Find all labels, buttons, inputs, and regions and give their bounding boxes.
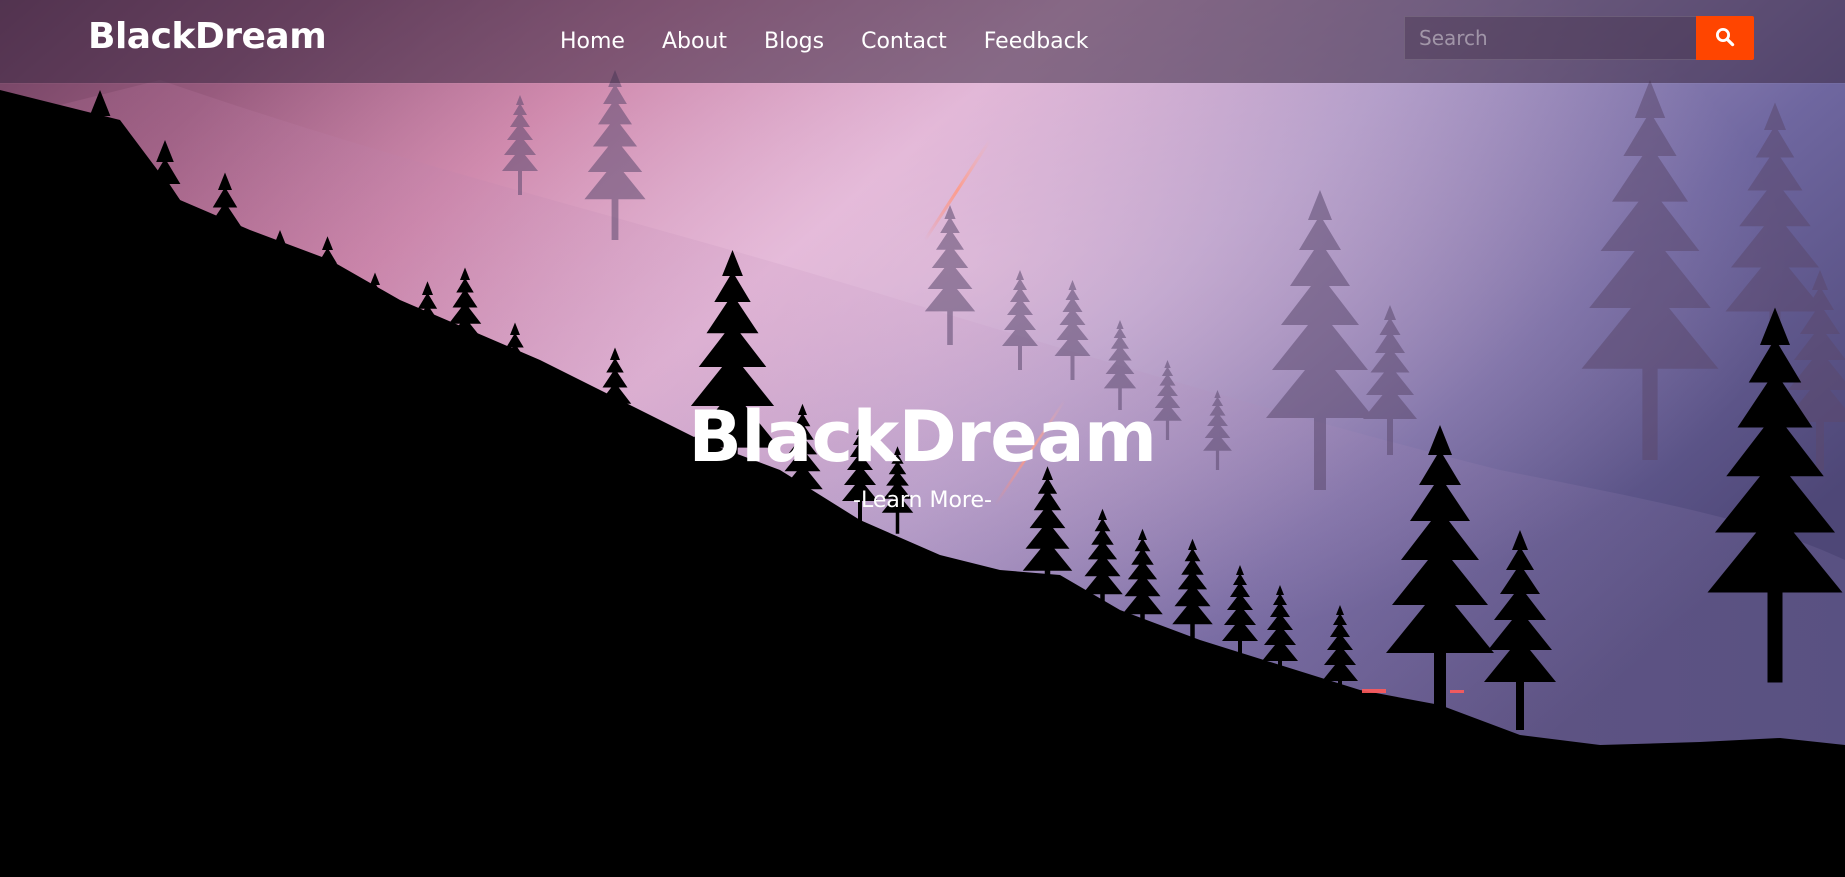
nav-item-feedback: Feedback: [984, 29, 1089, 54]
learn-more-link[interactable]: -Learn More-: [853, 488, 992, 513]
nav-menu: Home About Blogs Contact Feedback: [560, 0, 1088, 83]
search-button[interactable]: [1696, 16, 1754, 60]
search-form: [1404, 16, 1754, 60]
brand-logo[interactable]: BlackDream: [88, 16, 327, 57]
page: BlackDream Home About Blogs Contact Feed…: [0, 0, 1845, 877]
nav-link-blogs[interactable]: Blogs: [764, 29, 824, 54]
nav-link-home[interactable]: Home: [560, 29, 625, 54]
nav-link-contact[interactable]: Contact: [861, 29, 947, 54]
nav-item-blogs: Blogs: [764, 29, 824, 54]
nav-link-feedback[interactable]: Feedback: [984, 29, 1089, 54]
hero-learn-more: -Learn More-: [0, 490, 1845, 512]
nav-item-about: About: [662, 29, 727, 54]
navbar: BlackDream Home About Blogs Contact Feed…: [0, 0, 1845, 83]
nav-item-contact: Contact: [861, 29, 947, 54]
nav-item-home: Home: [560, 29, 625, 54]
search-icon: [1715, 27, 1735, 50]
nav-link-about[interactable]: About: [662, 29, 727, 54]
search-input[interactable]: [1404, 16, 1696, 60]
hero-title: BlackDream: [688, 396, 1157, 478]
